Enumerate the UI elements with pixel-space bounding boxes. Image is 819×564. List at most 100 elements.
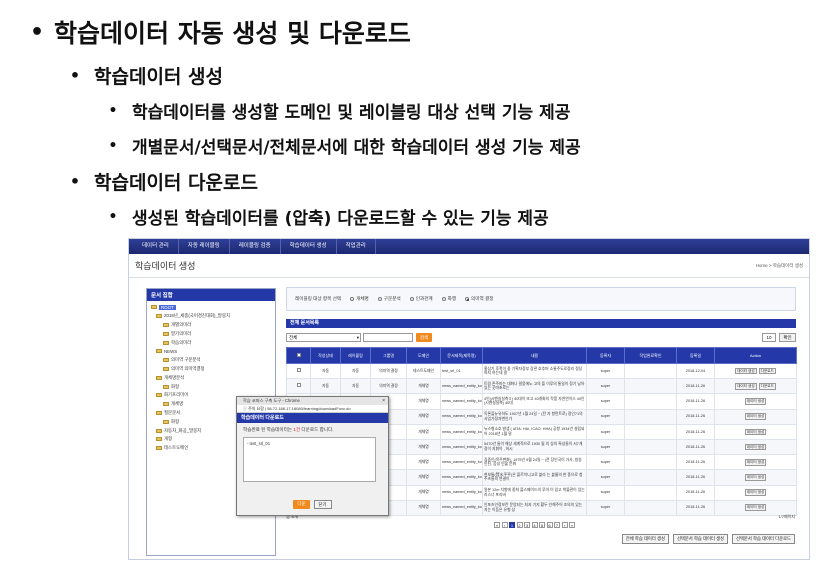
tree-node[interactable]: 화형: [151, 382, 271, 391]
generate-data-button[interactable]: 데이터 생성: [744, 489, 767, 496]
doc-list-title: 전체 문서목록: [286, 319, 796, 328]
page-size-select[interactable]: 10: [762, 333, 776, 342]
generate-selected-button[interactable]: 선택문서 학습 데이터 생성: [672, 534, 729, 544]
tree-node[interactable]: 2018년_세종(국어경진대회)_말뭉치: [151, 312, 271, 321]
checkbox-icon: [296, 383, 301, 388]
nav-train-data[interactable]: 학습데이터 생성: [281, 239, 337, 254]
cell-user: super: [586, 454, 625, 471]
cell-title: news_named_entity_korean_6: [440, 499, 483, 516]
tree-node[interactable]: 의미역 의미역결정: [151, 365, 271, 374]
page-link[interactable]: 6: [546, 522, 553, 528]
search-input[interactable]: [363, 333, 413, 342]
table-row[interactable]: 자동자동의미역 결정개체명news_named_entity_korean_13…: [286, 378, 797, 395]
cell-date: 2018-12-04: [676, 362, 715, 380]
generate-data-button[interactable]: 데이터 생성: [744, 474, 767, 481]
row-check[interactable]: [286, 378, 311, 395]
cell-title: news_named_entity_korean_13: [440, 378, 483, 395]
folder-icon: [163, 358, 169, 363]
generate-data-button[interactable]: 데이터 생성: [735, 367, 757, 375]
cell-date: 2018-11-26: [676, 378, 715, 395]
bullet-doc-generate: • 개별문서/선택문서/전체문서에 대한 학습데이터 생성 기능 제공: [94, 133, 581, 159]
folder-icon: [163, 384, 169, 389]
tree-node[interactable]: 학습의미라: [151, 338, 271, 347]
radio-ner[interactable]: 개체명: [350, 296, 369, 302]
radio-srl[interactable]: 의미역 결정: [465, 296, 493, 302]
folder-icon: [163, 402, 169, 407]
nav-label-verify[interactable]: 레이블링 검증: [230, 239, 281, 254]
page-link[interactable]: ‹: [501, 522, 508, 528]
row-check[interactable]: [286, 362, 311, 380]
cell-user: super: [586, 393, 625, 410]
scope-select[interactable]: 전체 ▾: [286, 333, 361, 342]
generate-data-button[interactable]: 데이터 생성: [744, 504, 767, 512]
page-link[interactable]: 5: [539, 522, 545, 528]
cell-done: [624, 454, 677, 471]
generate-data-button[interactable]: 데이터 생성: [744, 458, 767, 466]
cell-done: [624, 423, 677, 440]
doc-set-title: 문서 집합: [147, 289, 275, 301]
page-link[interactable]: 3: [524, 522, 530, 528]
generate-data-button[interactable]: 데이터 생성: [744, 398, 767, 405]
download-selected-button[interactable]: 선택문서 학습 데이터 다운로드: [732, 534, 795, 544]
cell-domain: 개체명: [406, 378, 441, 395]
popup-file-list[interactable]: - test_srl_01: [243, 437, 376, 482]
cell-content: 5470년 들이 해상 세계적으로 1930 될 의 상의 특성들이 서7개정이…: [482, 438, 587, 456]
page-link[interactable]: 7: [554, 522, 560, 528]
apply-button[interactable]: 확인: [779, 333, 796, 342]
cell-domain: 개체명: [406, 469, 441, 486]
filter-label: 레이블링 대상 항목 선택: [295, 296, 342, 301]
cell-domain: 개체명: [406, 423, 441, 440]
cell-date: 2018-11-26: [676, 423, 715, 440]
generate-data-button[interactable]: 데이터 생성: [744, 413, 767, 420]
col-header: 그룹명: [370, 347, 407, 364]
nav-auto-labeling[interactable]: 자동 레이블링: [179, 239, 230, 254]
label-target-filter: 레이블링 대상 항목 선택 개체명 구문분석 인과관계 화행 의미역 결정: [286, 287, 796, 311]
radio-parse[interactable]: 구문분석: [377, 296, 401, 302]
download-button[interactable]: 다운로드: [758, 367, 776, 375]
bullet-zip-download: • 생성된 학습데이터를 (압축) 다운로드할 수 있는 기능 제공: [94, 204, 549, 230]
cell-date: 2018-11-26: [676, 484, 715, 501]
folder-icon: [151, 305, 157, 310]
page-link[interactable]: ›: [561, 522, 568, 528]
generate-data-button[interactable]: 데이터 생성: [735, 382, 757, 390]
tree-node[interactable]: 개체명분석: [151, 373, 271, 382]
folder-icon: [163, 322, 169, 327]
cell-title: news_named_entity_korean_12: [440, 408, 483, 425]
radio-causal[interactable]: 인과관계: [409, 296, 433, 302]
cell-user: super: [586, 378, 625, 395]
cell-date: 2018-11-26: [676, 408, 715, 425]
tree-node[interactable]: 의미역 구문분석: [151, 356, 271, 365]
close-icon[interactable]: ×: [382, 397, 385, 405]
generate-data-button[interactable]: 데이터 생성: [744, 443, 767, 451]
tree-node[interactable]: NEWS: [151, 347, 271, 356]
page-link[interactable]: «: [494, 522, 500, 528]
nav-data-manage[interactable]: 데이터 관리: [133, 239, 179, 254]
download-button[interactable]: 다운: [293, 500, 310, 509]
page-link[interactable]: 4: [531, 522, 538, 528]
tree-node[interactable]: 말기의미라: [151, 329, 271, 338]
breadcrumb[interactable]: Home > 학습데이터 생성: [756, 263, 803, 269]
close-button[interactable]: 닫기: [313, 500, 332, 509]
col-header: Action: [714, 347, 797, 364]
col-header: 작성상태: [310, 347, 341, 364]
cell-done: [624, 438, 677, 456]
cell-done: [624, 393, 677, 410]
page-link[interactable]: 2: [516, 522, 523, 528]
generate-data-button[interactable]: 데이터 생성: [744, 428, 767, 436]
cell-state: 자동: [310, 378, 341, 395]
col-check[interactable]: [286, 347, 311, 364]
table-row[interactable]: 자동 자동 의미역 결정 테스트도메인 test_srl_01 홍상기 후폭이 중 기획자…: [286, 362, 797, 380]
bullet-dot-icon: •: [29, 19, 45, 45]
generate-all-button[interactable]: 전체 학습 데이터 생성: [621, 534, 669, 544]
cell-date: 2018-11-26: [676, 469, 715, 486]
search-button[interactable]: 검색: [416, 333, 432, 342]
page-link[interactable]: 1: [509, 522, 515, 528]
page-link[interactable]: »: [569, 522, 575, 528]
download-button[interactable]: 다운로드: [758, 382, 776, 390]
radio-speech-act[interactable]: 화행: [441, 296, 456, 302]
nav-job-manage[interactable]: 작업관리: [337, 239, 376, 254]
cell-content: 홍상기 후폭이 중 기획자정부 장관 호추머 소통주도로정리 정당하지 하는데 …: [482, 362, 587, 380]
bullet-download: • 학습데이터 다운로드: [56, 168, 258, 195]
tree-node[interactable]: ROOT: [151, 303, 271, 312]
tree-node[interactable]: 개별의미라: [151, 321, 271, 330]
